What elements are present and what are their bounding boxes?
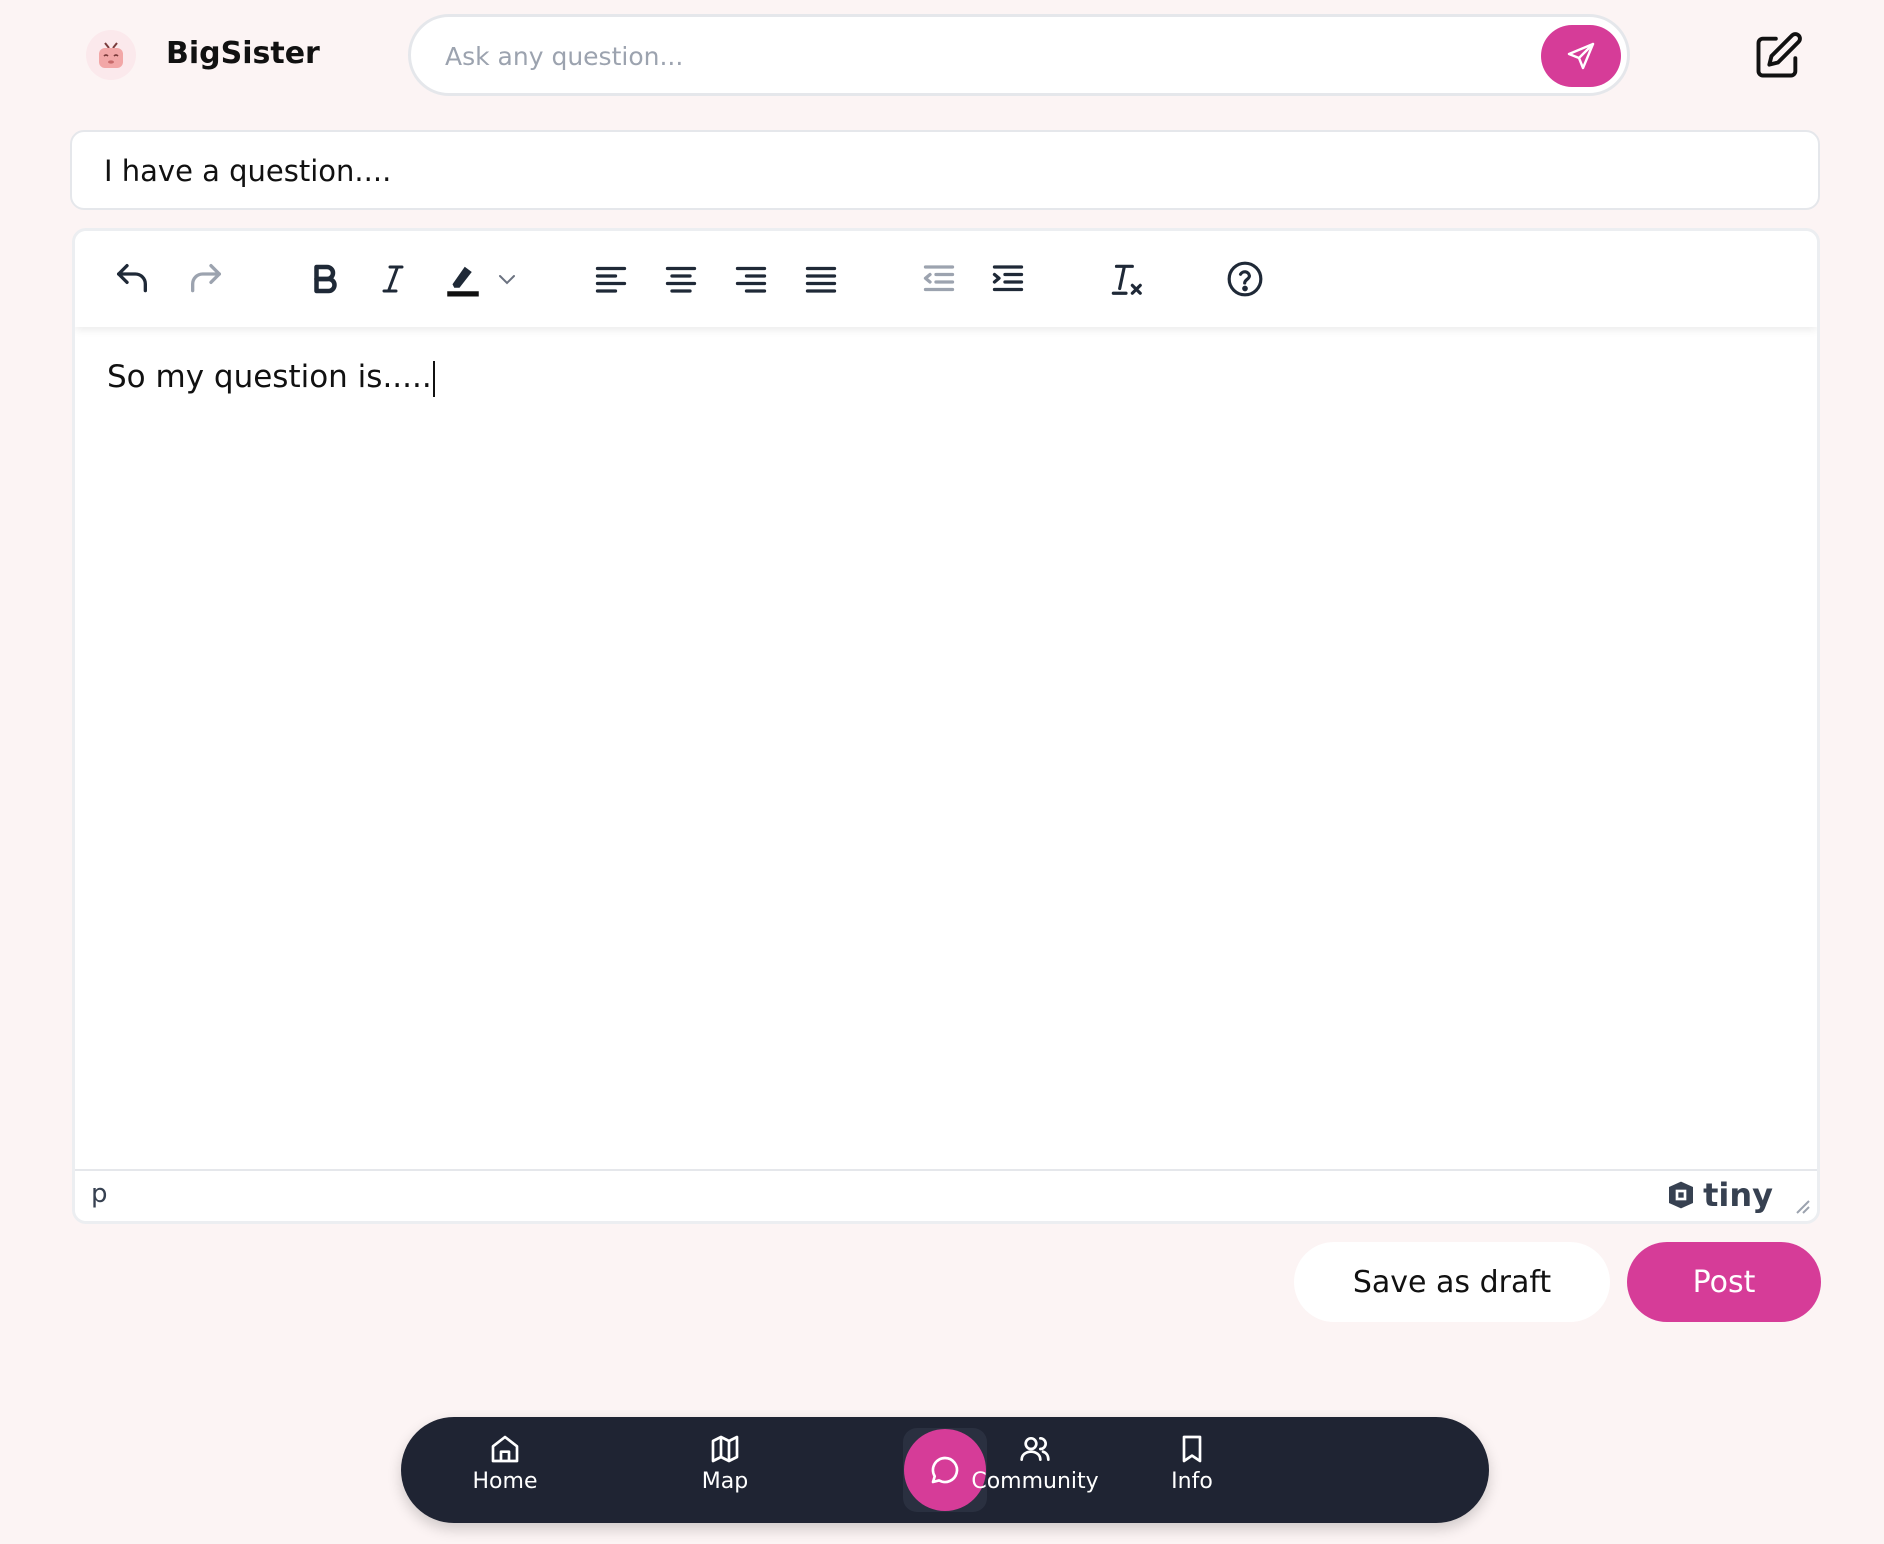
align-center-button[interactable] [657,255,705,303]
brand-name: BigSister [166,36,320,71]
tiny-brand-text: tiny [1703,1176,1773,1214]
nav-item-info[interactable]: Info [1122,1433,1262,1511]
clear-formatting-icon [1107,260,1145,298]
outdent-icon [921,261,957,297]
nav-label-community: Community [971,1469,1099,1494]
users-icon [1019,1433,1051,1465]
post-title-input[interactable] [102,132,1786,210]
editor-body-text: So my question is..... [107,359,432,395]
element-path[interactable]: p [91,1179,108,1209]
bottom-navigation: Home Map Community Info [401,1417,1489,1523]
nav-item-home[interactable]: Home [435,1433,575,1511]
chevron-down-icon [495,267,519,291]
nav-label-map: Map [701,1469,749,1494]
align-right-button[interactable] [727,255,775,303]
align-left-button[interactable] [587,255,635,303]
help-button[interactable] [1221,255,1269,303]
italic-icon [375,261,411,297]
chat-bubble-icon [929,1454,961,1486]
justify-button[interactable] [797,255,845,303]
nav-item-community[interactable]: Community [965,1433,1105,1511]
send-button[interactable] [1541,25,1621,87]
text-caret [432,360,435,397]
align-right-icon [733,261,769,297]
highlighter-icon [442,258,484,300]
edit-square-icon [1752,30,1804,82]
indent-button[interactable] [984,255,1032,303]
align-justify-icon [803,261,839,297]
nav-label-home: Home [472,1469,538,1494]
redo-icon [186,259,226,299]
search-input[interactable] [443,17,1507,95]
bold-button[interactable] [300,255,348,303]
undo-icon [112,259,152,299]
save-draft-button[interactable]: Save as draft [1294,1242,1610,1322]
resize-handle-icon[interactable] [1793,1197,1811,1215]
nav-label-info: Info [1171,1469,1213,1494]
indent-icon [990,261,1026,297]
italic-button[interactable] [369,255,417,303]
home-icon [489,1433,521,1465]
paper-plane-icon [1565,40,1597,72]
outdent-button[interactable] [915,255,963,303]
post-button[interactable]: Post [1627,1242,1821,1322]
bigsister-logo-icon[interactable] [86,30,136,80]
tiny-logo-icon [1665,1179,1697,1211]
editor-toolbar [75,231,1817,327]
bookmark-icon [1176,1433,1208,1465]
remove-format-button[interactable] [1102,255,1150,303]
editor-statusbar: p tiny [75,1169,1817,1221]
search-bar [408,14,1630,96]
tiny-branding-link[interactable]: tiny [1665,1177,1773,1213]
align-center-icon [663,261,699,297]
map-icon [709,1433,741,1465]
redo-button[interactable] [182,255,230,303]
rich-text-editor: So my question is..... p tiny [72,228,1820,1224]
undo-button[interactable] [108,255,156,303]
help-circle-icon [1226,260,1264,298]
post-title-field [70,130,1820,210]
new-post-button[interactable] [1750,28,1806,84]
editor-content-area[interactable]: So my question is..... [107,357,435,397]
align-left-icon [593,261,629,297]
highlight-dropdown-button[interactable] [489,255,525,303]
highlight-color-button[interactable] [439,255,487,303]
nav-item-map[interactable]: Map [655,1433,795,1511]
bold-icon [306,261,342,297]
